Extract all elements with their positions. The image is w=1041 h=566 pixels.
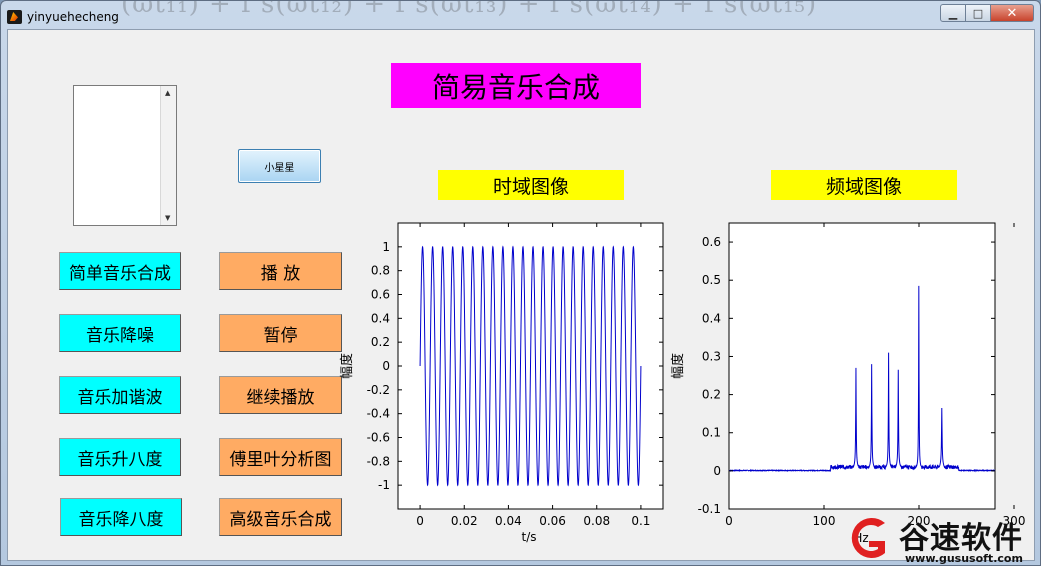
- y-tick-label: 0.1: [702, 426, 721, 440]
- time-xlabel: t/s: [522, 530, 537, 544]
- x-tick-label: 100: [813, 514, 836, 528]
- y-tick-label: 0.5: [702, 273, 721, 287]
- y-tick-label: -0.6: [367, 431, 390, 445]
- watermark: 谷速软件 www.gususoft.com: [841, 511, 1040, 565]
- plots-layer: 幅度 t/s 0 0.02 0.04 0.06 0.08 0.1 1 0.8 0.6 0.4 0.2…: [339, 222, 1025, 545]
- x-tick-label: 0: [725, 514, 733, 528]
- y-tick-label: 0.4: [371, 311, 390, 325]
- x-tick-label: 0.08: [583, 514, 610, 528]
- watermark-brand: 谷速软件: [899, 521, 1023, 556]
- y-tick-label: 0.4: [702, 311, 721, 325]
- y-tick-label: -0.2: [367, 383, 390, 397]
- y-tick-label: 0: [382, 359, 390, 373]
- y-tick-label: -0.4: [367, 407, 390, 421]
- time-ylabel: 幅度: [339, 353, 355, 379]
- x-tick-label: 0.1: [631, 514, 650, 528]
- x-tick-label: 0.06: [539, 514, 566, 528]
- y-tick-label: 0.8: [371, 264, 390, 278]
- freq-ylabel: 幅度: [670, 353, 686, 379]
- x-tick-label: 0.04: [495, 514, 522, 528]
- gususoft-logo-icon: [851, 518, 885, 558]
- y-tick-label: -0.1: [698, 502, 721, 516]
- y-tick-label: 0.6: [702, 235, 721, 249]
- freq-domain-axes: 幅度 Hz 01002003004005000.60.50.40.30.20.1…: [670, 222, 1025, 545]
- y-tick-label: -1: [378, 478, 390, 492]
- y-tick-label: 0.3: [702, 349, 721, 363]
- y-tick-label: 0.6: [371, 288, 390, 302]
- y-tick-label: -0.8: [367, 454, 390, 468]
- y-tick-label: 0.2: [371, 335, 390, 349]
- app-window: (ωt₁₁) + f s(ωt₁₂) + f s(ωt₁₃) + f s(ωt₁…: [0, 0, 1041, 566]
- x-tick-label: 0.02: [451, 514, 478, 528]
- x-tick-label: 0: [416, 514, 424, 528]
- watermark-url: www.gususoft.com: [905, 552, 1023, 565]
- time-domain-axes: 幅度 t/s 0 0.02 0.04 0.06 0.08 0.1 1 0.8 0.6 0.4 0.2…: [339, 222, 664, 544]
- y-tick-label: 0: [713, 464, 721, 478]
- y-tick-label: 0.2: [702, 388, 721, 402]
- y-tick-label: 1: [382, 240, 390, 254]
